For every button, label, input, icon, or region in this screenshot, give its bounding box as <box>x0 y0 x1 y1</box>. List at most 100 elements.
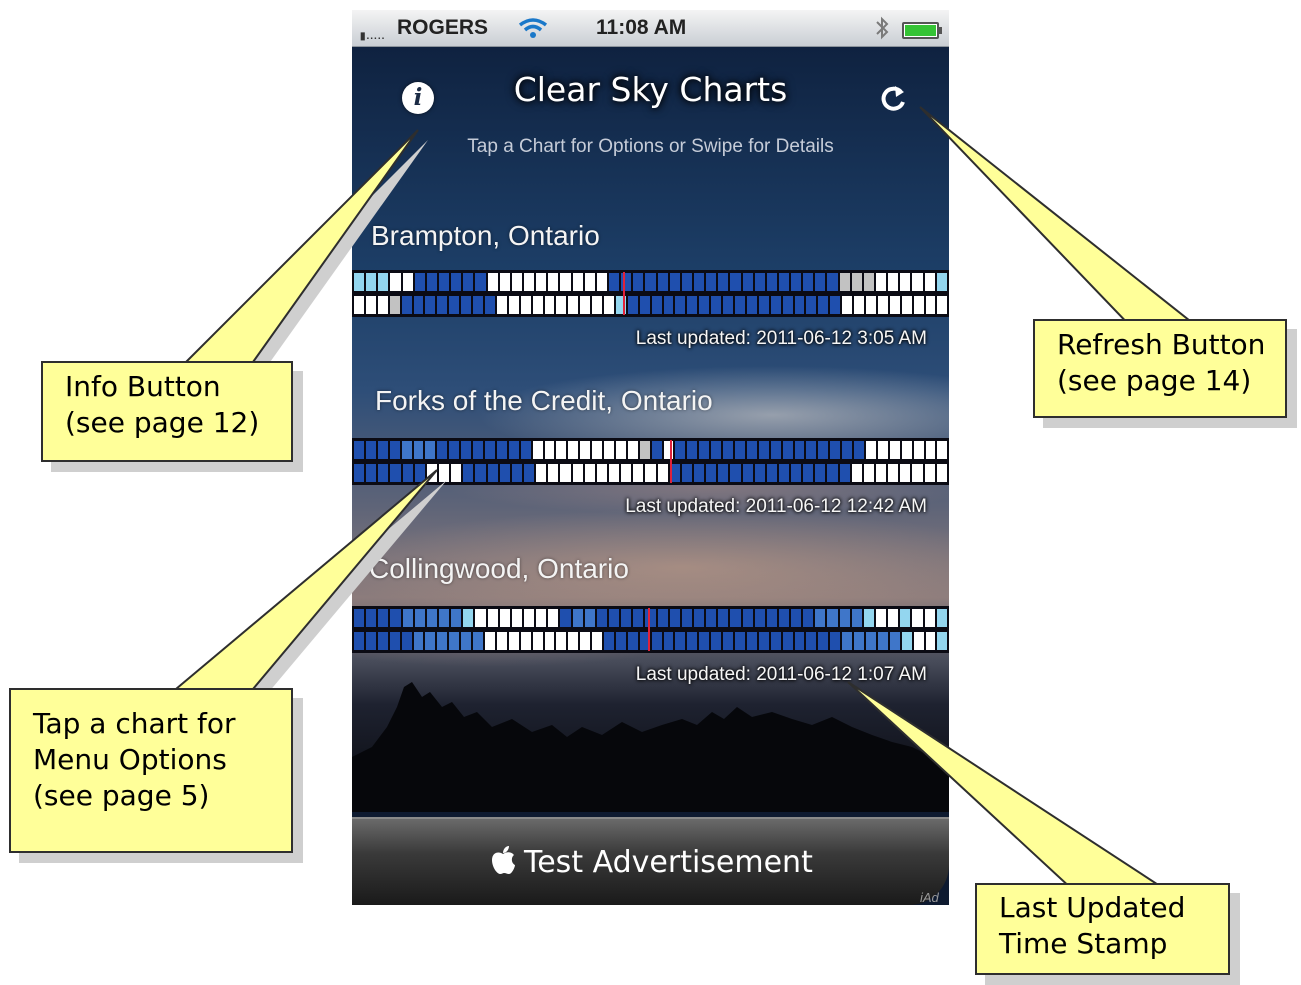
chart-cell <box>746 296 757 314</box>
chart-cell <box>621 609 632 627</box>
chart-cell <box>523 273 535 291</box>
chart-cell <box>815 273 826 291</box>
chart-cell <box>830 441 841 459</box>
chart-cell <box>596 464 607 482</box>
chart-cell <box>402 464 413 482</box>
chart-cell <box>663 632 674 650</box>
chart-cell <box>568 441 579 459</box>
chart-cell <box>572 464 583 482</box>
chart-cell <box>687 441 698 459</box>
chart-cell <box>806 441 817 459</box>
chart-cell <box>560 609 571 627</box>
chart-cell <box>390 464 401 482</box>
chart-cell <box>536 464 547 482</box>
chart-cell <box>484 632 495 650</box>
refresh-button[interactable] <box>877 82 911 116</box>
chart-cell <box>548 464 559 482</box>
clear-sky-chart-forks-of-the-credit[interactable] <box>352 438 949 485</box>
chart-cell <box>548 273 559 291</box>
chart-cell <box>924 464 935 482</box>
chart-cell <box>865 441 876 459</box>
chart-cell <box>496 632 507 650</box>
chart-cell <box>499 609 510 627</box>
chart-cell <box>426 464 437 482</box>
chart-cell <box>839 273 850 291</box>
chart-cell <box>596 273 607 291</box>
chart-cell <box>572 609 583 627</box>
chart-cell <box>876 273 887 291</box>
chart-cell <box>735 296 745 314</box>
refresh-callout-pointer <box>919 106 1207 333</box>
chart-cell <box>693 609 705 627</box>
chart-cell <box>437 632 448 650</box>
chart-cell <box>912 464 923 482</box>
chart-cell <box>496 296 507 314</box>
location-name-brampton: Brampton, Ontario <box>371 220 600 251</box>
location-name-collingwood: Collingwood, Ontario <box>369 553 629 584</box>
chart-cell <box>536 273 547 291</box>
chart-cell <box>900 609 911 627</box>
chart-cell <box>876 609 887 627</box>
bluetooth-icon <box>874 16 890 46</box>
chart-cell <box>651 441 662 459</box>
chart-cell <box>425 632 436 650</box>
callout-info-button: Info Button (see page 12) <box>41 361 293 462</box>
chart-cell <box>366 273 377 291</box>
chart-cell <box>354 273 365 291</box>
chart-cell <box>782 632 793 650</box>
chart-cell <box>782 296 793 314</box>
chart-cell <box>766 464 777 482</box>
chart-cell <box>354 632 364 650</box>
chart-cell <box>877 441 888 459</box>
chart-cell <box>718 609 729 627</box>
apple-logo-icon <box>490 845 516 883</box>
chart-cell <box>413 296 424 314</box>
chart-cell <box>839 464 850 482</box>
chart-cell <box>770 632 781 650</box>
chart-cell <box>742 464 753 482</box>
chart-cell <box>851 273 862 291</box>
chart-cell <box>475 273 486 291</box>
chart-cell <box>818 441 829 459</box>
chart-cell <box>936 609 947 627</box>
chart-cell <box>791 609 802 627</box>
chart-cell <box>354 296 364 314</box>
chart-row <box>352 464 949 482</box>
chart-cell <box>414 609 425 627</box>
chart-cell <box>901 296 912 314</box>
chart-cell <box>437 296 448 314</box>
chart-cell <box>924 273 935 291</box>
chart-cell <box>377 632 388 650</box>
chart-cell <box>900 464 911 482</box>
ad-banner[interactable]: Test Advertisement <box>352 817 949 905</box>
chart-cell <box>827 273 838 291</box>
chart-cell <box>461 632 472 650</box>
chart-cell <box>475 464 486 482</box>
last-updated-collingwood: Last updated: 2011-06-12 1:07 AM <box>635 664 927 685</box>
chart-cell <box>888 464 899 482</box>
chart-cell <box>499 273 510 291</box>
chart-cell <box>645 464 656 482</box>
chart-cell <box>511 609 522 627</box>
chart-cell <box>711 441 722 459</box>
clear-sky-chart-collingwood[interactable] <box>352 606 949 653</box>
chart-cell <box>425 441 436 459</box>
chart-cell <box>936 464 947 482</box>
chart-cell <box>402 273 413 291</box>
chart-cell <box>584 609 595 627</box>
info-button[interactable]: i <box>402 82 434 114</box>
chart-cell <box>900 273 911 291</box>
clear-sky-chart-brampton[interactable] <box>352 270 949 317</box>
chart-cell <box>390 273 401 291</box>
chart-cell <box>366 609 377 627</box>
chart-cell <box>389 441 400 459</box>
chart-cell <box>770 296 781 314</box>
chart-row <box>352 296 949 314</box>
current-time-marker <box>623 272 625 315</box>
chart-cell <box>687 296 698 314</box>
chart-cell <box>572 273 583 291</box>
chart-cell <box>718 273 729 291</box>
chart-cell <box>544 632 555 650</box>
chart-cell <box>499 464 510 482</box>
chart-cell <box>621 464 632 482</box>
